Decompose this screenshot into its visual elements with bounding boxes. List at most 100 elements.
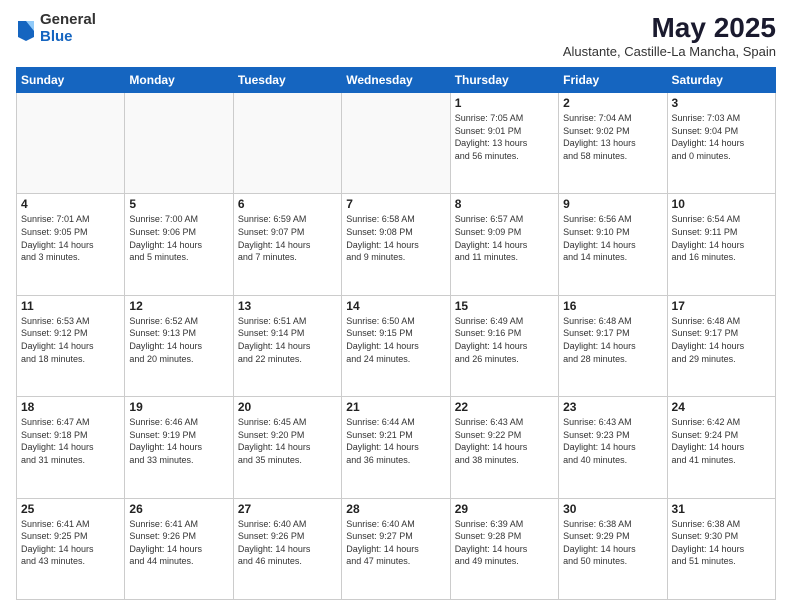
day-number: 13 xyxy=(238,299,337,313)
location-subtitle: Alustante, Castille-La Mancha, Spain xyxy=(563,44,776,59)
logo: General Blue xyxy=(16,12,96,45)
table-row: 13 Sunrise: 6:51 AM Sunset: 9:14 PM Dayli… xyxy=(233,295,341,396)
day-number: 25 xyxy=(21,502,120,516)
table-row: 15 Sunrise: 6:49 AM Sunset: 9:16 PM Dayli… xyxy=(450,295,558,396)
day-number: 19 xyxy=(129,400,228,414)
table-row: 29 Sunrise: 6:39 AM Sunset: 9:28 PM Dayli… xyxy=(450,498,558,599)
table-row: 6Sunrise: 6:59 AM Sunset: 9:07 PM Daylig… xyxy=(233,194,341,295)
header-thursday: Thursday xyxy=(450,68,558,93)
table-row: 21 Sunrise: 6:44 AM Sunset: 9:21 PM Dayli… xyxy=(342,397,450,498)
day-info: Sunrise: 6:41 AM Sunset: 9:26 PM Dayligh… xyxy=(129,518,228,568)
day-info: Sunrise: 7:04 AM Sunset: 9:02 PM Dayligh… xyxy=(563,112,662,162)
day-number: 9 xyxy=(563,197,662,211)
day-info: Sunrise: 6:48 AM Sunset: 9:17 PM Dayligh… xyxy=(563,315,662,365)
table-row xyxy=(17,93,125,194)
day-info: Sunrise: 6:53 AM Sunset: 9:12 PM Dayligh… xyxy=(21,315,120,365)
page: General Blue May 2025 Alustante, Castill… xyxy=(0,0,792,612)
day-number: 12 xyxy=(129,299,228,313)
day-info: Sunrise: 6:47 AM Sunset: 9:18 PM Dayligh… xyxy=(21,416,120,466)
header-friday: Friday xyxy=(559,68,667,93)
month-title: May 2025 xyxy=(563,12,776,44)
header-tuesday: Tuesday xyxy=(233,68,341,93)
day-info: Sunrise: 6:49 AM Sunset: 9:16 PM Dayligh… xyxy=(455,315,554,365)
day-info: Sunrise: 7:00 AM Sunset: 9:06 PM Dayligh… xyxy=(129,213,228,263)
table-row: 5 Sunrise: 7:00 AM Sunset: 9:06 PM Daylig… xyxy=(125,194,233,295)
calendar-row-1: 4 Sunrise: 7:01 AM Sunset: 9:05 PM Daylig… xyxy=(17,194,776,295)
header-sunday: Sunday xyxy=(17,68,125,93)
table-row: 4 Sunrise: 7:01 AM Sunset: 9:05 PM Daylig… xyxy=(17,194,125,295)
table-row xyxy=(233,93,341,194)
day-number: 24 xyxy=(672,400,771,414)
day-number: 20 xyxy=(238,400,337,414)
day-number: 18 xyxy=(21,400,120,414)
day-info: Sunrise: 7:03 AM Sunset: 9:04 PM Dayligh… xyxy=(672,112,771,162)
day-info: Sunrise: 6:39 AM Sunset: 9:28 PM Dayligh… xyxy=(455,518,554,568)
table-row: 9 Sunrise: 6:56 AM Sunset: 9:10 PM Daylig… xyxy=(559,194,667,295)
table-row: 12 Sunrise: 6:52 AM Sunset: 9:13 PM Dayli… xyxy=(125,295,233,396)
weekday-header-row: Sunday Monday Tuesday Wednesday Thursday… xyxy=(17,68,776,93)
header-monday: Monday xyxy=(125,68,233,93)
calendar-table: Sunday Monday Tuesday Wednesday Thursday… xyxy=(16,67,776,600)
day-number: 15 xyxy=(455,299,554,313)
header-saturday: Saturday xyxy=(667,68,775,93)
table-row: 26Sunrise: 6:41 AM Sunset: 9:26 PM Dayli… xyxy=(125,498,233,599)
table-row: 16Sunrise: 6:48 AM Sunset: 9:17 PM Dayli… xyxy=(559,295,667,396)
day-info: Sunrise: 6:40 AM Sunset: 9:26 PM Dayligh… xyxy=(238,518,337,568)
day-number: 1 xyxy=(455,96,554,110)
day-info: Sunrise: 6:56 AM Sunset: 9:10 PM Dayligh… xyxy=(563,213,662,263)
table-row: 25 Sunrise: 6:41 AM Sunset: 9:25 PM Dayli… xyxy=(17,498,125,599)
day-info: Sunrise: 7:01 AM Sunset: 9:05 PM Dayligh… xyxy=(21,213,120,263)
day-number: 29 xyxy=(455,502,554,516)
table-row: 18 Sunrise: 6:47 AM Sunset: 9:18 PM Dayli… xyxy=(17,397,125,498)
table-row: 24 Sunrise: 6:42 AM Sunset: 9:24 PM Dayli… xyxy=(667,397,775,498)
table-row: 8Sunrise: 6:57 AM Sunset: 9:09 PM Daylig… xyxy=(450,194,558,295)
table-row: 7Sunrise: 6:58 AM Sunset: 9:08 PM Daylig… xyxy=(342,194,450,295)
table-row: 14Sunrise: 6:50 AM Sunset: 9:15 PM Dayli… xyxy=(342,295,450,396)
day-info: Sunrise: 6:57 AM Sunset: 9:09 PM Dayligh… xyxy=(455,213,554,263)
day-info: Sunrise: 6:59 AM Sunset: 9:07 PM Dayligh… xyxy=(238,213,337,263)
table-row xyxy=(342,93,450,194)
day-info: Sunrise: 6:52 AM Sunset: 9:13 PM Dayligh… xyxy=(129,315,228,365)
day-number: 21 xyxy=(346,400,445,414)
calendar-row-0: 1 Sunrise: 7:05 AM Sunset: 9:01 PM Daylig… xyxy=(17,93,776,194)
day-number: 17 xyxy=(672,299,771,313)
logo-blue-text: Blue xyxy=(40,28,73,45)
table-row: 27Sunrise: 6:40 AM Sunset: 9:26 PM Dayli… xyxy=(233,498,341,599)
day-number: 31 xyxy=(672,502,771,516)
day-info: Sunrise: 6:46 AM Sunset: 9:19 PM Dayligh… xyxy=(129,416,228,466)
table-row: 10 Sunrise: 6:54 AM Sunset: 9:11 PM Dayli… xyxy=(667,194,775,295)
table-row: 17 Sunrise: 6:48 AM Sunset: 9:17 PM Dayli… xyxy=(667,295,775,396)
day-info: Sunrise: 6:41 AM Sunset: 9:25 PM Dayligh… xyxy=(21,518,120,568)
day-info: Sunrise: 6:48 AM Sunset: 9:17 PM Dayligh… xyxy=(672,315,771,365)
day-number: 28 xyxy=(346,502,445,516)
calendar-row-2: 11 Sunrise: 6:53 AM Sunset: 9:12 PM Dayli… xyxy=(17,295,776,396)
table-row xyxy=(125,93,233,194)
table-row: 20 Sunrise: 6:45 AM Sunset: 9:20 PM Dayli… xyxy=(233,397,341,498)
day-info: Sunrise: 6:38 AM Sunset: 9:29 PM Dayligh… xyxy=(563,518,662,568)
day-info: Sunrise: 6:45 AM Sunset: 9:20 PM Dayligh… xyxy=(238,416,337,466)
table-row: 23Sunrise: 6:43 AM Sunset: 9:23 PM Dayli… xyxy=(559,397,667,498)
table-row: 19 Sunrise: 6:46 AM Sunset: 9:19 PM Dayli… xyxy=(125,397,233,498)
day-info: Sunrise: 6:54 AM Sunset: 9:11 PM Dayligh… xyxy=(672,213,771,263)
logo-general: General xyxy=(40,11,96,28)
table-row: 2Sunrise: 7:04 AM Sunset: 9:02 PM Daylig… xyxy=(559,93,667,194)
table-row: 28 Sunrise: 6:40 AM Sunset: 9:27 PM Dayli… xyxy=(342,498,450,599)
table-row: 3 Sunrise: 7:03 AM Sunset: 9:04 PM Daylig… xyxy=(667,93,775,194)
day-info: Sunrise: 6:42 AM Sunset: 9:24 PM Dayligh… xyxy=(672,416,771,466)
calendar-row-4: 25 Sunrise: 6:41 AM Sunset: 9:25 PM Dayli… xyxy=(17,498,776,599)
table-row: 11 Sunrise: 6:53 AM Sunset: 9:12 PM Dayli… xyxy=(17,295,125,396)
day-number: 10 xyxy=(672,197,771,211)
day-number: 11 xyxy=(21,299,120,313)
day-info: Sunrise: 6:40 AM Sunset: 9:27 PM Dayligh… xyxy=(346,518,445,568)
logo-icon xyxy=(16,17,36,41)
day-info: Sunrise: 6:44 AM Sunset: 9:21 PM Dayligh… xyxy=(346,416,445,466)
day-number: 23 xyxy=(563,400,662,414)
day-info: Sunrise: 6:51 AM Sunset: 9:14 PM Dayligh… xyxy=(238,315,337,365)
day-number: 30 xyxy=(563,502,662,516)
header-wednesday: Wednesday xyxy=(342,68,450,93)
day-number: 4 xyxy=(21,197,120,211)
day-number: 3 xyxy=(672,96,771,110)
day-info: Sunrise: 7:05 AM Sunset: 9:01 PM Dayligh… xyxy=(455,112,554,162)
day-number: 5 xyxy=(129,197,228,211)
day-number: 22 xyxy=(455,400,554,414)
